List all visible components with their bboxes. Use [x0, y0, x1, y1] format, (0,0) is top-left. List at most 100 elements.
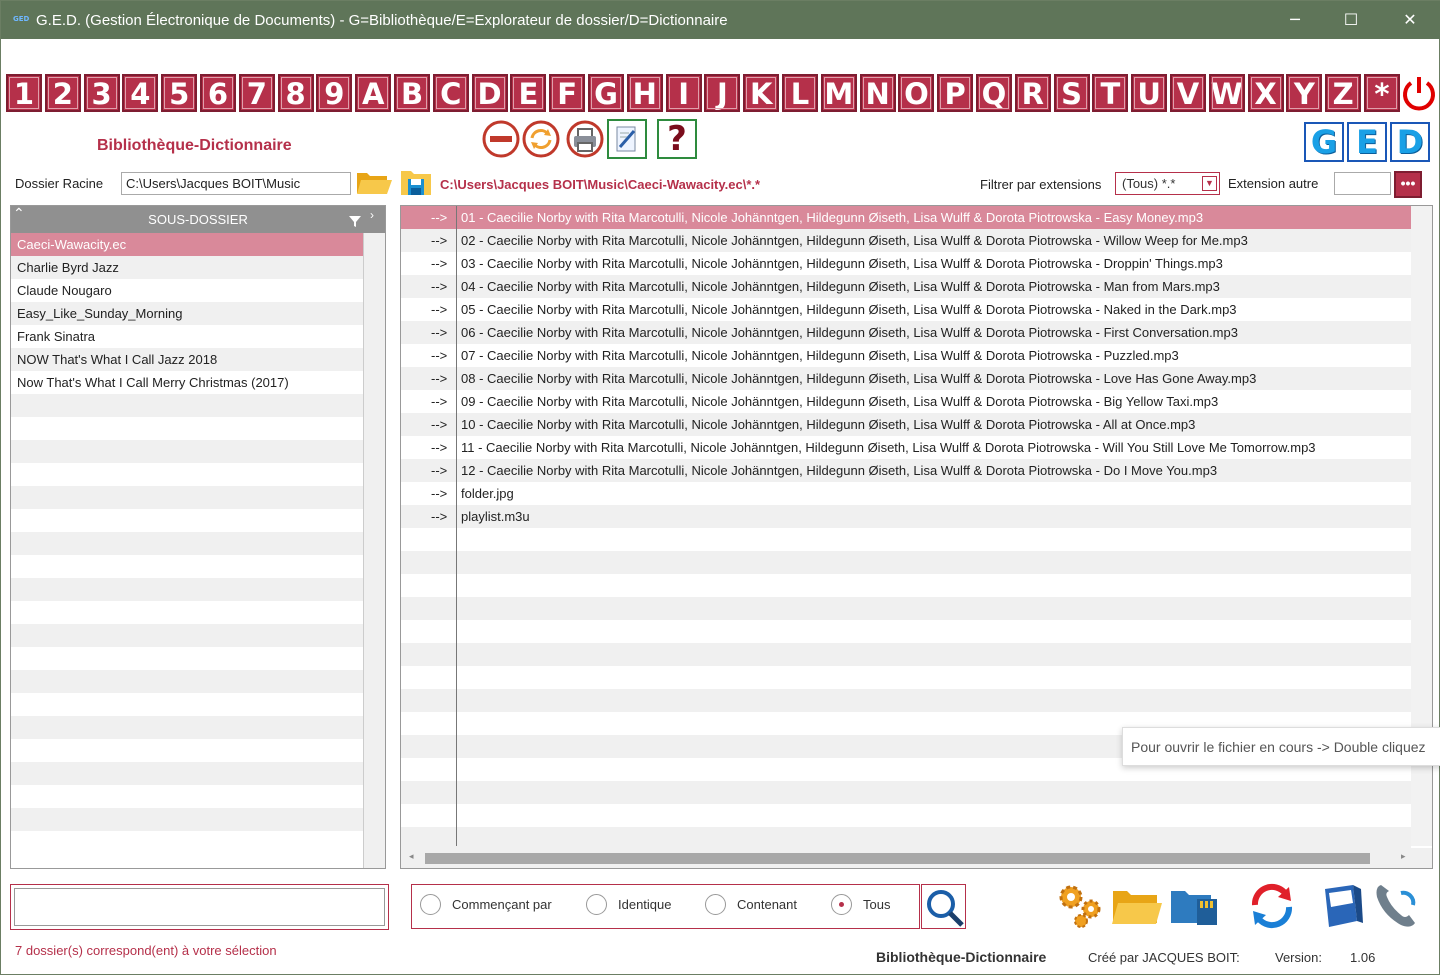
folder-row[interactable]: Easy_Like_Sunday_Morning — [11, 302, 363, 325]
folder-row[interactable]: Claude Nougaro — [11, 279, 363, 302]
folder-row[interactable] — [11, 647, 363, 670]
letter-button[interactable]: 2 — [44, 74, 81, 112]
letter-button[interactable]: 9 — [316, 74, 353, 112]
letter-button[interactable]: N — [859, 74, 896, 112]
edit-button[interactable] — [607, 119, 647, 159]
letter-button[interactable]: E — [510, 74, 547, 112]
contact-phone-icon[interactable] — [1371, 879, 1425, 933]
letter-button[interactable]: A — [355, 74, 392, 112]
software-box-icon[interactable] — [1317, 879, 1371, 933]
file-row[interactable] — [401, 643, 1411, 666]
file-row[interactable] — [401, 827, 1411, 850]
file-row[interactable]: --> 06 - Caecilie Norby with Rita Marcotu… — [401, 321, 1411, 344]
search-input[interactable] — [14, 888, 385, 926]
letter-button[interactable]: 8 — [277, 74, 314, 112]
file-row[interactable] — [401, 666, 1411, 689]
folder-row[interactable] — [11, 509, 363, 532]
letter-button[interactable]: Q — [976, 74, 1012, 112]
file-row[interactable] — [401, 781, 1411, 804]
letter-button[interactable]: D — [471, 74, 508, 112]
subfolder-scrollbar[interactable] — [363, 233, 385, 868]
file-row[interactable]: --> 12 - Caecilie Norby with Rita Marcotu… — [401, 459, 1411, 482]
file-list-hscroll[interactable]: ◂ ▸ — [401, 848, 1432, 868]
letter-button[interactable]: I — [665, 74, 702, 112]
g-bibliotheque-button[interactable]: G — [1304, 122, 1344, 162]
letter-button[interactable]: X — [1247, 74, 1284, 112]
letter-button[interactable]: J — [704, 74, 741, 112]
power-icon[interactable] — [1400, 74, 1438, 112]
title-bar[interactable]: GED G.E.D. (Gestion Électronique de Docu… — [1, 1, 1440, 39]
chevron-right-icon[interactable]: › — [370, 206, 374, 229]
letter-button[interactable]: Y — [1286, 74, 1323, 112]
folder-row[interactable] — [11, 417, 363, 440]
scroll-right-icon[interactable]: ▸ — [1401, 851, 1406, 862]
folder-row[interactable]: NOW That's What I Call Jazz 2018 — [11, 348, 363, 371]
open-folder-icon[interactable] — [355, 167, 393, 197]
refresh-button[interactable] — [521, 119, 561, 159]
radio-commencant[interactable] — [420, 894, 441, 915]
letter-button[interactable]: C — [432, 74, 469, 112]
file-row[interactable]: --> folder.jpg — [401, 482, 1411, 505]
sd-card-folder-icon[interactable] — [1167, 879, 1221, 933]
print-button[interactable] — [565, 119, 605, 159]
e-explorateur-button[interactable]: E — [1347, 122, 1387, 162]
letter-button[interactable]: M — [820, 74, 857, 112]
letter-button[interactable]: F — [549, 74, 586, 112]
file-row[interactable] — [401, 528, 1411, 551]
file-row[interactable]: --> 05 - Caecilie Norby with Rita Marcotu… — [401, 298, 1411, 321]
letter-button[interactable]: G — [588, 74, 624, 112]
file-row[interactable]: --> 01 - Caecilie Norby with Rita Marcotu… — [401, 206, 1411, 229]
letter-button[interactable]: P — [937, 74, 974, 112]
letter-button[interactable]: V — [1170, 74, 1206, 112]
letter-button[interactable]: U — [1131, 74, 1168, 112]
file-row[interactable]: --> 04 - Caecilie Norby with Rita Marcotu… — [401, 275, 1411, 298]
sort-up-icon[interactable]: ⌃ — [13, 206, 25, 227]
file-row[interactable] — [401, 620, 1411, 643]
file-row[interactable]: --> 11 - Caecilie Norby with Rita Marcotu… — [401, 436, 1411, 459]
folder-row[interactable]: Frank Sinatra — [11, 325, 363, 348]
folder-row[interactable] — [11, 739, 363, 762]
letter-button[interactable]: S — [1053, 74, 1090, 112]
folder-row[interactable] — [11, 716, 363, 739]
folder-row[interactable] — [11, 831, 363, 854]
folder-row[interactable] — [11, 808, 363, 831]
file-row[interactable] — [401, 689, 1411, 712]
file-row[interactable]: --> 09 - Caecilie Norby with Rita Marcotu… — [401, 390, 1411, 413]
letter-button[interactable]: 5 — [161, 74, 198, 112]
file-row[interactable]: --> playlist.m3u — [401, 505, 1411, 528]
letter-button[interactable]: 7 — [238, 74, 275, 112]
folder-row[interactable]: Caeci-Wawacity.ec — [11, 233, 363, 256]
dossier-racine-input[interactable] — [121, 172, 351, 195]
letter-button[interactable]: O — [898, 74, 935, 112]
file-row[interactable]: --> 07 - Caecilie Norby with Rita Marcotu… — [401, 344, 1411, 367]
minimize-button[interactable]: ─ — [1266, 1, 1324, 39]
extension-autre-input[interactable] — [1334, 172, 1391, 195]
letter-button[interactable]: R — [1014, 74, 1051, 112]
folder-row[interactable] — [11, 532, 363, 555]
folder-icon[interactable] — [1109, 879, 1163, 933]
folder-row[interactable]: Charlie Byrd Jazz — [11, 256, 363, 279]
folder-row[interactable] — [11, 555, 363, 578]
file-row[interactable] — [401, 597, 1411, 620]
remove-button[interactable] — [481, 119, 521, 159]
save-folder-icon[interactable] — [399, 167, 433, 197]
filter-icon[interactable] — [348, 206, 362, 233]
extension-more-button[interactable]: ••• — [1394, 171, 1422, 198]
file-row[interactable]: --> 10 - Caecilie Norby with Rita Marcotu… — [401, 413, 1411, 436]
letter-button[interactable]: 1 — [6, 74, 42, 112]
close-button[interactable]: ✕ — [1381, 1, 1439, 39]
letter-button[interactable]: Z — [1325, 74, 1362, 112]
maximize-button[interactable]: ☐ — [1322, 1, 1380, 39]
folder-row[interactable] — [11, 601, 363, 624]
letter-button[interactable]: L — [782, 74, 818, 112]
settings-gears-icon[interactable] — [1053, 879, 1107, 933]
folder-row[interactable] — [11, 486, 363, 509]
folder-row[interactable] — [11, 785, 363, 808]
filter-extensions-select[interactable]: (Tous) *.* ▼ — [1115, 172, 1220, 195]
letter-button[interactable]: B — [394, 74, 430, 112]
letter-button[interactable]: 6 — [200, 74, 236, 112]
folder-row[interactable] — [11, 670, 363, 693]
folder-row[interactable] — [11, 693, 363, 716]
letter-button[interactable]: W — [1208, 74, 1245, 112]
search-button[interactable] — [921, 884, 966, 929]
